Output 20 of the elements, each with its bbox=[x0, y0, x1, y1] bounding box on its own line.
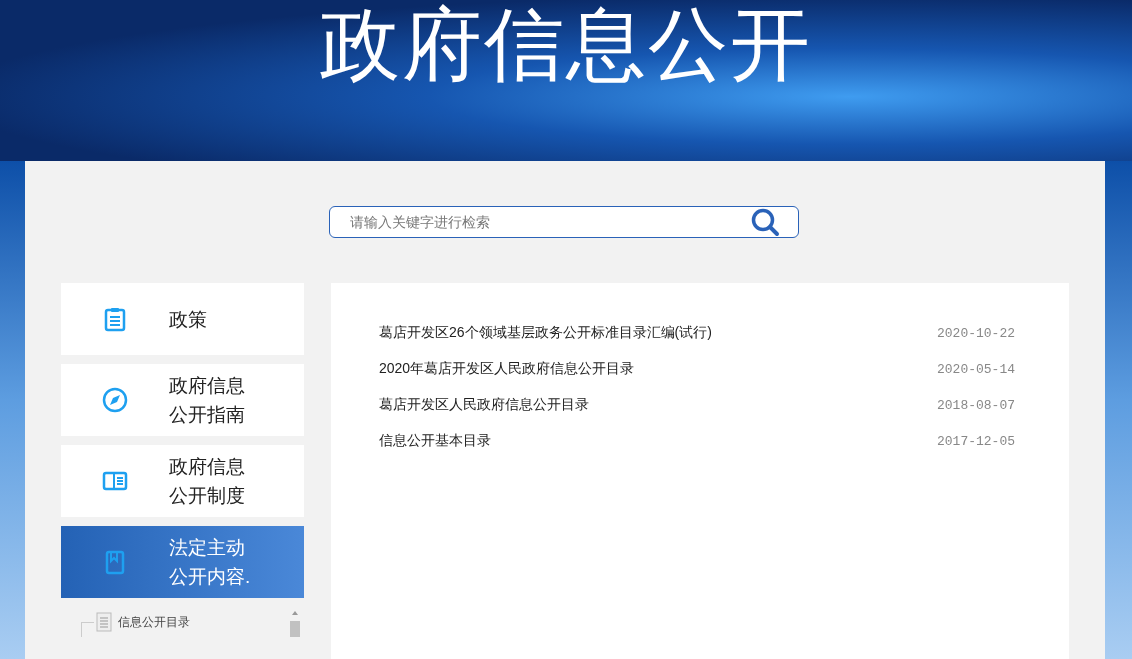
sidebar-item[interactable]: 政府信息公开指南 bbox=[61, 364, 304, 436]
sidebar-item[interactable]: 政府信息公开制度 bbox=[61, 445, 304, 517]
document-link[interactable]: 葛店开发区人民政府信息公开目录 bbox=[379, 396, 589, 414]
document-link[interactable]: 葛店开发区26个领域基层政务公开标准目录汇编(试行) bbox=[379, 324, 712, 342]
document-date: 2018-08-07 bbox=[937, 397, 1015, 413]
sidebar-item[interactable]: 法定主动公开内容. bbox=[61, 526, 304, 598]
document-link[interactable]: 2020年葛店开发区人民政府信息公开目录 bbox=[379, 360, 635, 378]
document-icon bbox=[96, 612, 112, 632]
compass-icon bbox=[102, 387, 128, 413]
sidebar-item[interactable]: 政策 bbox=[61, 283, 304, 355]
document-date: 2017-12-05 bbox=[937, 433, 1015, 449]
document-date: 2020-10-22 bbox=[937, 325, 1015, 341]
document-date: 2020-05-14 bbox=[937, 361, 1015, 377]
document-link[interactable]: 信息公开基本目录 bbox=[379, 432, 491, 450]
search-icon[interactable] bbox=[750, 207, 780, 237]
scrollbar[interactable] bbox=[289, 609, 301, 637]
clipboard-icon bbox=[102, 306, 128, 332]
search-bar[interactable]: 请输入关键字进行检索 bbox=[329, 206, 799, 238]
page-title: 政府信息公开 bbox=[320, 5, 812, 91]
tree-item[interactable]: 信息公开目录 bbox=[118, 613, 190, 631]
